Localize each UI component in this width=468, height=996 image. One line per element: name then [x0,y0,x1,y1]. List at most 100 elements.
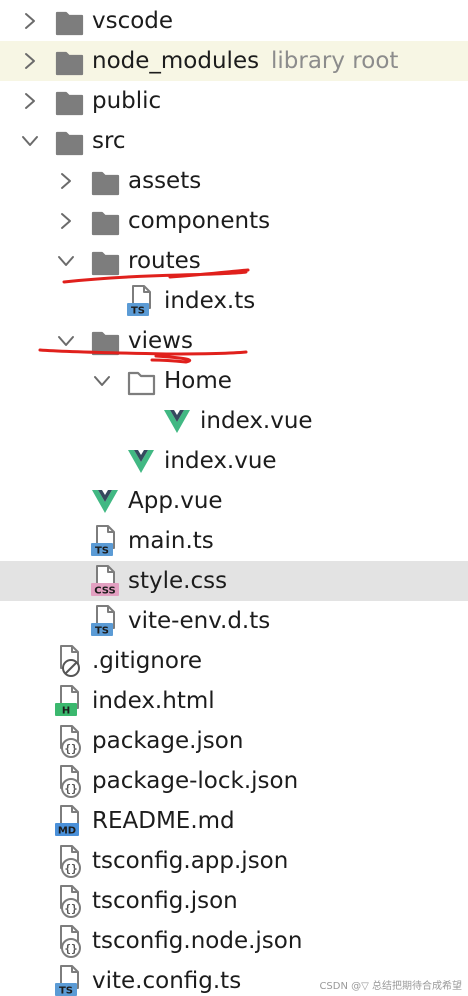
folder-icon [55,51,84,76]
collapse-toggle[interactable] [54,249,78,273]
tree-item-label: src [92,128,126,154]
tree-item-package-json[interactable]: {} package.json [0,721,468,761]
item-icon [54,644,84,678]
item-icon [54,44,84,78]
svg-text:MD: MD [58,826,76,837]
tree-item-label: tsconfig.app.json [92,848,289,874]
tree-item-index-ts[interactable]: TS index.ts [0,281,468,321]
typescript-icon: TS [91,525,115,557]
tree-item-node-modules[interactable]: node_modules library root [0,41,468,81]
item-icon: TS [54,964,84,996]
chevron-down-icon [58,256,74,266]
tree-item-routes[interactable]: routes [0,241,468,281]
tree-item-label: App.vue [128,488,223,514]
tree-item-label: style.css [128,568,228,594]
item-icon [126,364,156,398]
item-icon: {} [54,844,84,878]
tree-item-assets[interactable]: assets [0,161,468,201]
item-icon [54,84,84,118]
expand-toggle[interactable] [18,9,42,33]
item-icon: TS [90,524,120,558]
markdown-icon: MD [55,805,79,837]
chevron-down-icon [94,376,110,386]
item-icon [126,444,156,478]
project-file-tree: vscode node_modules library root public src a… [0,0,468,996]
tree-item-label: vite-env.d.ts [128,608,271,634]
svg-text:H: H [62,706,70,717]
collapse-toggle[interactable] [90,369,114,393]
vue-icon [164,410,190,433]
collapse-toggle[interactable] [54,329,78,353]
expand-toggle[interactable] [18,89,42,113]
tree-item-label: vite.config.ts [92,968,242,994]
folder-icon [55,91,84,116]
chevron-right-icon [61,213,71,229]
tree-item-label: components [128,208,271,234]
tree-item-vite-env-d-ts[interactable]: TS vite-env.d.ts [0,601,468,641]
tree-item-index-vue[interactable]: index.vue [0,441,468,481]
folder-open-icon [127,371,156,396]
tree-item-label: routes [128,248,201,274]
tree-item-main-ts[interactable]: TS main.ts [0,521,468,561]
typescript-icon: TS [91,605,115,637]
folder-icon [91,171,120,196]
json-icon: {} [60,725,81,758]
tree-item-components[interactable]: components [0,201,468,241]
tree-item-vscode[interactable]: vscode [0,1,468,41]
svg-text:{}: {} [64,742,77,755]
tree-item-label: index.vue [200,408,313,434]
item-icon: CSS [90,564,120,598]
tree-item-label: node_modules [92,48,260,74]
tree-item-sublabel: library root [271,48,399,74]
tree-item-label: package.json [92,728,244,754]
tree-item-tsconfig-app-json[interactable]: {} tsconfig.app.json [0,841,468,881]
folder-icon [55,131,84,156]
tree-item-index-html[interactable]: Hindex.html [0,681,468,721]
json-icon: {} [60,845,81,878]
tree-item-tsconfig-node-json[interactable]: {} tsconfig.node.json [0,921,468,961]
svg-text:TS: TS [131,306,145,317]
item-icon [54,4,84,38]
tree-item-index-vue[interactable]: index.vue [0,401,468,441]
collapse-toggle[interactable] [18,129,42,153]
item-icon [90,164,120,198]
gitignore-icon [60,645,80,677]
tree-item-views[interactable]: views [0,321,468,361]
tree-item-label: README.md [92,808,235,834]
chevron-right-icon [25,53,35,69]
expand-toggle[interactable] [18,49,42,73]
folder-icon [91,331,120,356]
item-icon: {} [54,924,84,958]
tree-item-label: .gitignore [92,648,203,674]
item-icon [90,244,120,278]
folder-icon [91,211,120,236]
vue-icon [92,490,118,513]
item-icon: {} [54,884,84,918]
svg-text:{}: {} [64,782,77,795]
tree-item-style-css[interactable]: CSS style.css [0,561,468,601]
item-icon: MD [54,804,84,838]
item-icon [90,484,120,518]
tree-item-readme-md[interactable]: MD README.md [0,801,468,841]
tree-item-public[interactable]: public [0,81,468,121]
tree-item-src[interactable]: src [0,121,468,161]
vue-icon [128,450,154,473]
css-icon: CSS [91,565,119,597]
item-icon: {} [54,764,84,798]
expand-toggle[interactable] [54,169,78,193]
item-icon [90,324,120,358]
tree-item-package-lock-json[interactable]: {} package-lock.json [0,761,468,801]
tree-item-label: views [128,328,193,354]
svg-text:{}: {} [64,942,77,955]
folder-icon [91,251,120,276]
tree-item-label: index.vue [164,448,277,474]
tree-item-gitignore[interactable]: .gitignore [0,641,468,681]
tree-item-app-vue[interactable]: App.vue [0,481,468,521]
chevron-down-icon [58,336,74,346]
expand-toggle[interactable] [54,209,78,233]
tree-item-label: main.ts [128,528,214,554]
tree-item-label: index.ts [164,288,256,314]
tree-item-tsconfig-json[interactable]: {} tsconfig.json [0,881,468,921]
json-icon: {} [60,925,81,958]
tree-item-home[interactable]: Home [0,361,468,401]
